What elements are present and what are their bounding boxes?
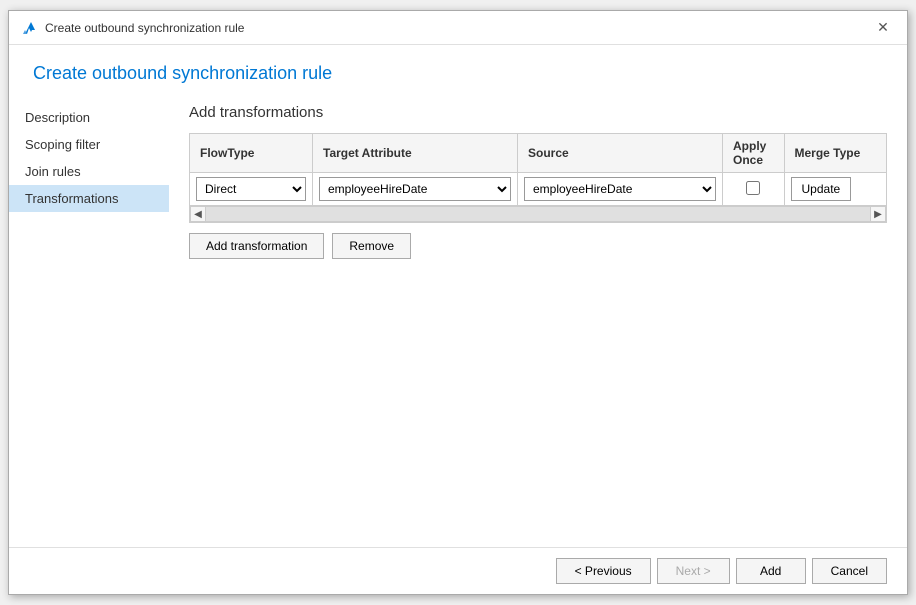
cancel-button[interactable]: Cancel [812,558,887,584]
add-button[interactable]: Add [736,558,806,584]
main-content: Add transformations FlowType Target Attr… [169,94,907,547]
scroll-cell: ◀ ▶ [190,206,887,223]
sidebar-item-transformations-label: Transformations [25,191,118,206]
horizontal-scrollbar: ◀ ▶ [190,206,886,222]
merge-type-button[interactable]: Update [791,177,852,201]
sidebar-item-join-label: Join rules [25,164,81,179]
target-attribute-select[interactable]: employeeHireDate [319,177,511,201]
source-cell: employeeHireDate [518,173,723,206]
scroll-track[interactable] [206,206,870,222]
source-select[interactable]: employeeHireDate [524,177,716,201]
col-header-source: Source [518,134,723,173]
dialog-header: Create outbound synchronization rule [9,45,907,94]
title-bar: Create outbound synchronization rule ✕ [9,11,907,45]
dialog: Create outbound synchronization rule ✕ C… [8,10,908,595]
col-header-apply: Apply Once [723,134,785,173]
close-button[interactable]: ✕ [871,16,895,40]
sidebar-item-join-rules[interactable]: Join rules [9,158,169,185]
title-bar-left: Create outbound synchronization rule [21,20,244,36]
flowtype-select[interactable]: Direct Constant Expression [196,177,306,201]
apply-once-cell [723,173,785,206]
col-header-merge: Merge Type [784,134,887,173]
target-cell: employeeHireDate [313,173,518,206]
title-bar-text: Create outbound synchronization rule [45,21,244,35]
sidebar: Description Scoping filter Join rules Tr… [9,94,169,547]
page-title: Create outbound synchronization rule [33,63,883,84]
azure-icon [21,20,37,36]
sidebar-item-scoping-label: Scoping filter [25,137,100,152]
col-header-target: Target Attribute [313,134,518,173]
section-title: Add transformations [189,104,887,121]
sidebar-item-description[interactable]: Description [9,104,169,131]
scroll-left-arrow[interactable]: ◀ [190,206,206,222]
next-button[interactable]: Next > [657,558,730,584]
previous-button[interactable]: < Previous [556,558,651,584]
flowtype-cell: Direct Constant Expression [190,173,313,206]
sidebar-item-transformations[interactable]: Transformations [9,185,169,212]
sidebar-item-description-label: Description [25,110,90,125]
scroll-right-arrow[interactable]: ▶ [870,206,886,222]
sidebar-item-scoping-filter[interactable]: Scoping filter [9,131,169,158]
add-transformation-button[interactable]: Add transformation [189,233,324,259]
apply-once-checkbox[interactable] [746,181,760,195]
table-row: Direct Constant Expression employeeHireD… [190,173,887,206]
scroll-row: ◀ ▶ [190,206,887,223]
dialog-body: Description Scoping filter Join rules Tr… [9,94,907,547]
transformations-table: FlowType Target Attribute Source Apply O… [189,133,887,223]
table-header-row: FlowType Target Attribute Source Apply O… [190,134,887,173]
dialog-footer: < Previous Next > Add Cancel [9,547,907,594]
merge-type-cell: Update [784,173,887,206]
col-header-flowtype: FlowType [190,134,313,173]
remove-button[interactable]: Remove [332,233,411,259]
action-buttons: Add transformation Remove [189,233,887,259]
